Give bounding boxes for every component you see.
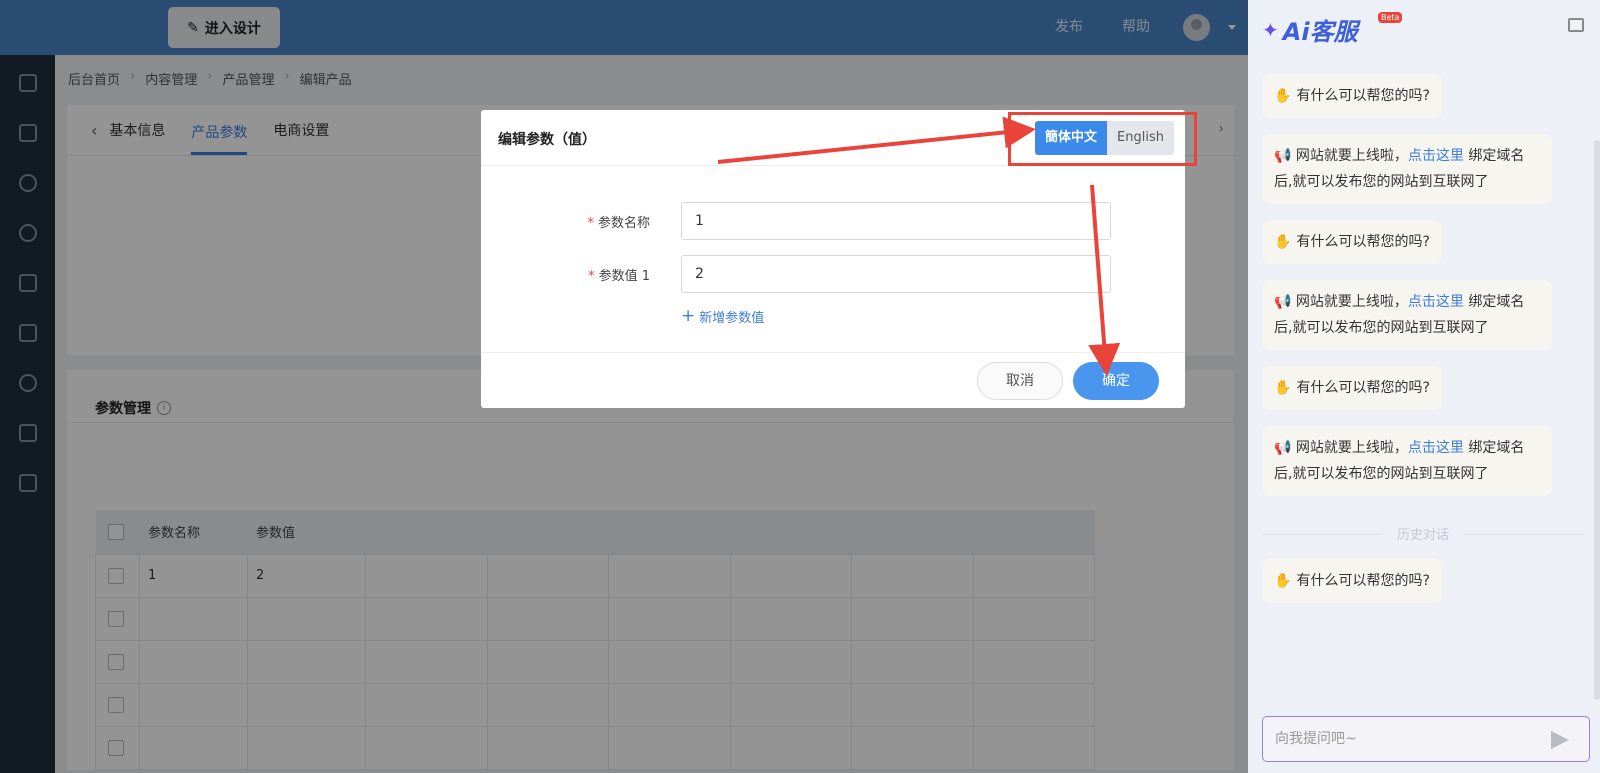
notice-text-pre: 网站就要上线啦， [1295,294,1408,310]
greeting-text: 有什么可以帮您的吗? [1296,380,1430,396]
confirm-button[interactable]: 确定 [1073,362,1159,400]
wave-hand-icon: ✋ [1274,380,1292,396]
ai-input-placeholder: 向我提问吧~ [1275,731,1357,747]
megaphone-icon: 📢 [1274,148,1292,164]
param-value-label: * 参数值 1 [588,265,650,284]
ai-header: ✦ Ai客服 Beta [1248,0,1600,55]
greeting-text: 有什么可以帮您的吗? [1296,234,1430,250]
plus-icon: + [681,306,696,326]
megaphone-icon: 📢 [1274,294,1292,310]
click-here-link[interactable]: 点击这里 [1408,148,1464,164]
click-here-link[interactable]: 点击这里 [1408,440,1464,456]
ai-service-panel: ✦ Ai客服 Beta ✋ 有什么可以帮您的吗? 📢 网站就要上线啦，点击这里 … [1248,0,1600,773]
ai-message-list: ✋ 有什么可以帮您的吗? 📢 网站就要上线啦，点击这里 绑定域名后,就可以发布您… [1262,74,1584,619]
megaphone-icon: 📢 [1274,440,1292,456]
greeting-text: 有什么可以帮您的吗? [1296,88,1430,104]
ai-message: 📢 网站就要上线啦，点击这里 绑定域名后,就可以发布您的网站到互联网了 [1262,134,1552,204]
history-divider: 历史对话 [1262,524,1584,543]
param-name-label: * 参数名称 [587,212,650,231]
dialog-footer-divider [481,352,1185,353]
notice-text-pre: 网站就要上线啦， [1295,440,1408,456]
wave-hand-icon: ✋ [1274,88,1292,104]
add-param-value-button[interactable]: + 新增参数值 [681,306,764,326]
wave-hand-icon: ✋ [1274,573,1292,589]
ai-scrollbar[interactable] [1594,140,1600,700]
required-mark: * [588,269,595,284]
ai-message: ✋ 有什么可以帮您的吗? [1262,74,1442,118]
add-param-value-label: 新增参数值 [699,310,765,326]
wave-hand-icon: ✋ [1274,234,1292,250]
ai-question-input[interactable]: 向我提问吧~ [1262,716,1590,762]
required-mark: * [587,216,594,231]
notice-text-pre: 网站就要上线啦， [1295,148,1408,164]
param-value-row: * 参数值 1 2 [481,255,1185,293]
cancel-button[interactable]: 取消 [977,362,1063,400]
ai-logo: ✦ Ai客服 [1262,12,1358,47]
param-value-label-text: 参数值 1 [598,269,650,284]
ai-message: ✋ 有什么可以帮您的吗? [1262,559,1442,603]
greeting-text: 有什么可以帮您的吗? [1296,573,1430,589]
beta-badge: Beta [1378,12,1403,23]
ai-logo-text: Ai客服 [1282,18,1358,46]
dialog-title: 编辑参数（值） [498,132,596,148]
annotation-highlight-box [1008,112,1197,166]
param-name-row: * 参数名称 1 [481,202,1185,240]
click-here-link[interactable]: 点击这里 [1408,294,1464,310]
param-name-input[interactable]: 1 [681,202,1111,240]
ai-message: ✋ 有什么可以帮您的吗? [1262,220,1442,264]
sparkle-icon: ✦ [1262,17,1279,42]
param-value-input[interactable]: 2 [681,255,1111,293]
send-icon[interactable] [1551,731,1569,749]
ai-message: 📢 网站就要上线啦，点击这里 绑定域名后,就可以发布您的网站到互联网了 [1262,426,1552,496]
ai-message: ✋ 有什么可以帮您的吗? [1262,366,1442,410]
param-name-label-text: 参数名称 [597,216,650,231]
gift-icon[interactable] [1568,18,1584,32]
ai-message: 📢 网站就要上线啦，点击这里 绑定域名后,就可以发布您的网站到互联网了 [1262,280,1552,350]
